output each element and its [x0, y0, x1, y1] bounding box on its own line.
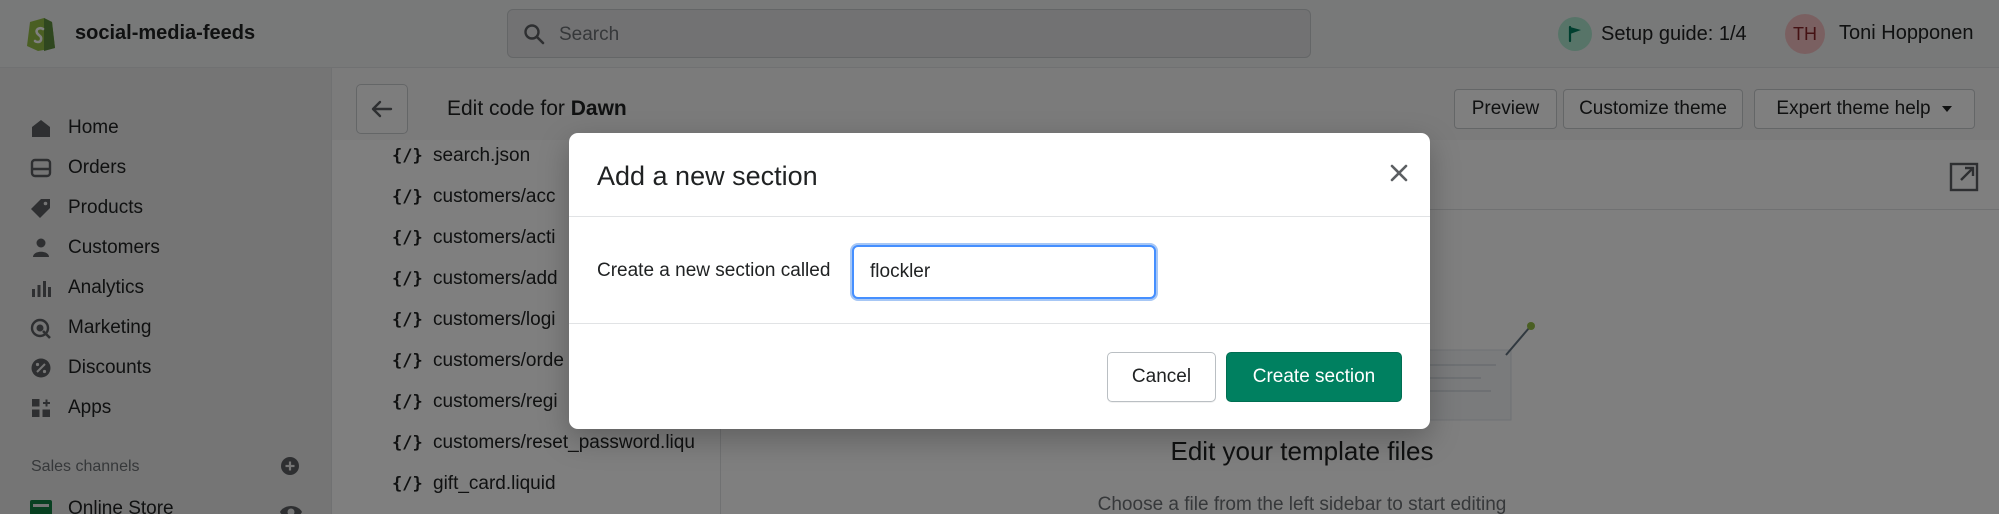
close-button[interactable]: [1381, 155, 1417, 191]
create-section-button[interactable]: Create section: [1226, 352, 1402, 402]
cancel-button[interactable]: Cancel: [1107, 352, 1216, 402]
dialog-title: Add a new section: [597, 161, 818, 191]
add-section-dialog: Add a new section Create a new section c…: [569, 133, 1430, 429]
dialog-body: Create a new section called: [569, 218, 1430, 324]
dialog-header: Add a new section: [569, 133, 1430, 217]
section-name-input[interactable]: [852, 245, 1156, 299]
close-icon: [1390, 164, 1408, 182]
section-name-label: Create a new section called: [597, 260, 831, 281]
